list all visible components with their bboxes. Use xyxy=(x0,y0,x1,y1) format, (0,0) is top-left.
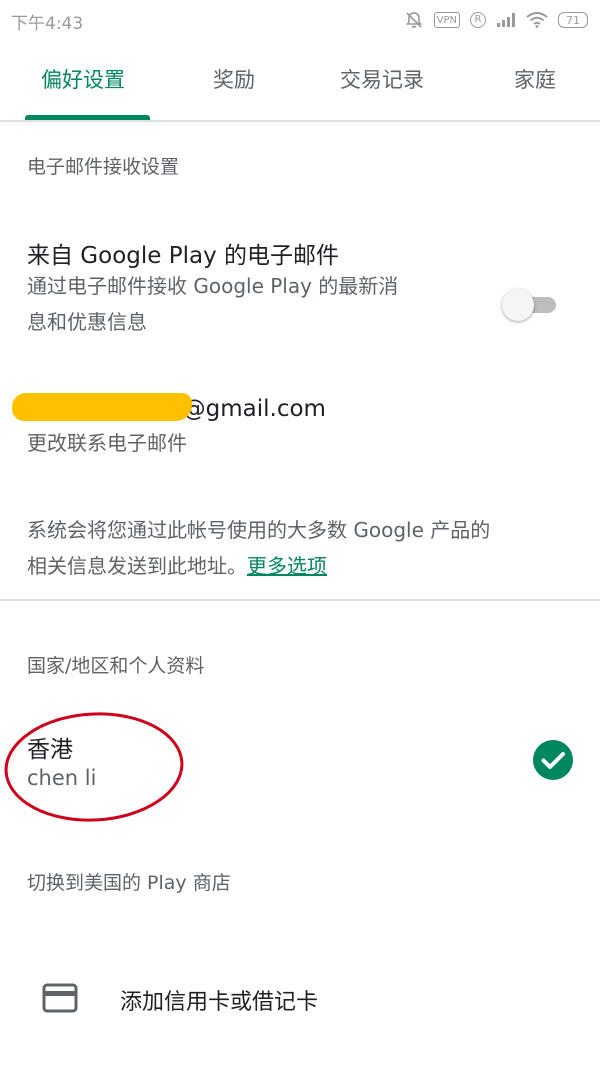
battery-icon: 71 xyxy=(558,12,588,28)
email-settings-header: 电子邮件接收设置 xyxy=(27,156,180,178)
wifi-icon xyxy=(526,12,548,28)
change-contact-email: 更改联系电子邮件 xyxy=(27,431,187,455)
email-info-line2: 相关信息发送到此地址。更多选项 xyxy=(27,548,587,584)
vpn-badge: VPN xyxy=(433,12,460,28)
tab-family[interactable]: 家庭 xyxy=(514,64,556,94)
play-email-toggle[interactable] xyxy=(502,287,556,321)
more-options-link[interactable]: 更多选项 xyxy=(247,554,327,578)
status-icons: VPN R 71 xyxy=(404,8,588,32)
play-email-desc-line1: 通过电子邮件接收 Google Play 的最新消 xyxy=(27,274,399,298)
section-divider xyxy=(0,599,600,601)
email-info-text: 系统会将您通过此帐号使用的大多数 Google 产品的 相关信息发送到此地址。更… xyxy=(27,512,587,584)
redaction-mark xyxy=(12,393,192,421)
email-info-line1: 系统会将您通过此帐号使用的大多数 Google 产品的 xyxy=(27,518,491,542)
active-tab-indicator xyxy=(25,115,150,120)
tab-bar: 偏好设置 奖励 交易记录 家庭 xyxy=(0,40,600,122)
email-info-line2-text: 相关信息发送到此地址。 xyxy=(27,554,247,578)
country-profile-header: 国家/地区和个人资料 xyxy=(27,655,205,677)
add-card-label: 添加信用卡或借记卡 xyxy=(120,990,319,1015)
check-circle-icon xyxy=(533,740,573,780)
tab-rewards[interactable]: 奖励 xyxy=(213,64,255,94)
status-time: 下午4:43 xyxy=(11,14,84,34)
bell-off-icon xyxy=(404,10,424,30)
switch-store-link[interactable]: 切换到美国的 Play 商店 xyxy=(27,868,231,895)
tab-preferences[interactable]: 偏好设置 xyxy=(41,64,125,94)
status-bar: 下午4:43 VPN R 71 xyxy=(0,0,600,40)
toggle-thumb xyxy=(502,289,534,321)
play-email-desc-line2: 息和优惠信息 xyxy=(27,310,147,334)
play-email-title: 来自 Google Play 的电子邮件 xyxy=(27,243,340,269)
red-annotation-circle xyxy=(4,712,184,822)
signal-icon xyxy=(496,12,516,28)
credit-card-icon xyxy=(42,983,78,1013)
registered-icon: R xyxy=(470,12,486,28)
tab-order-history[interactable]: 交易记录 xyxy=(340,64,424,94)
